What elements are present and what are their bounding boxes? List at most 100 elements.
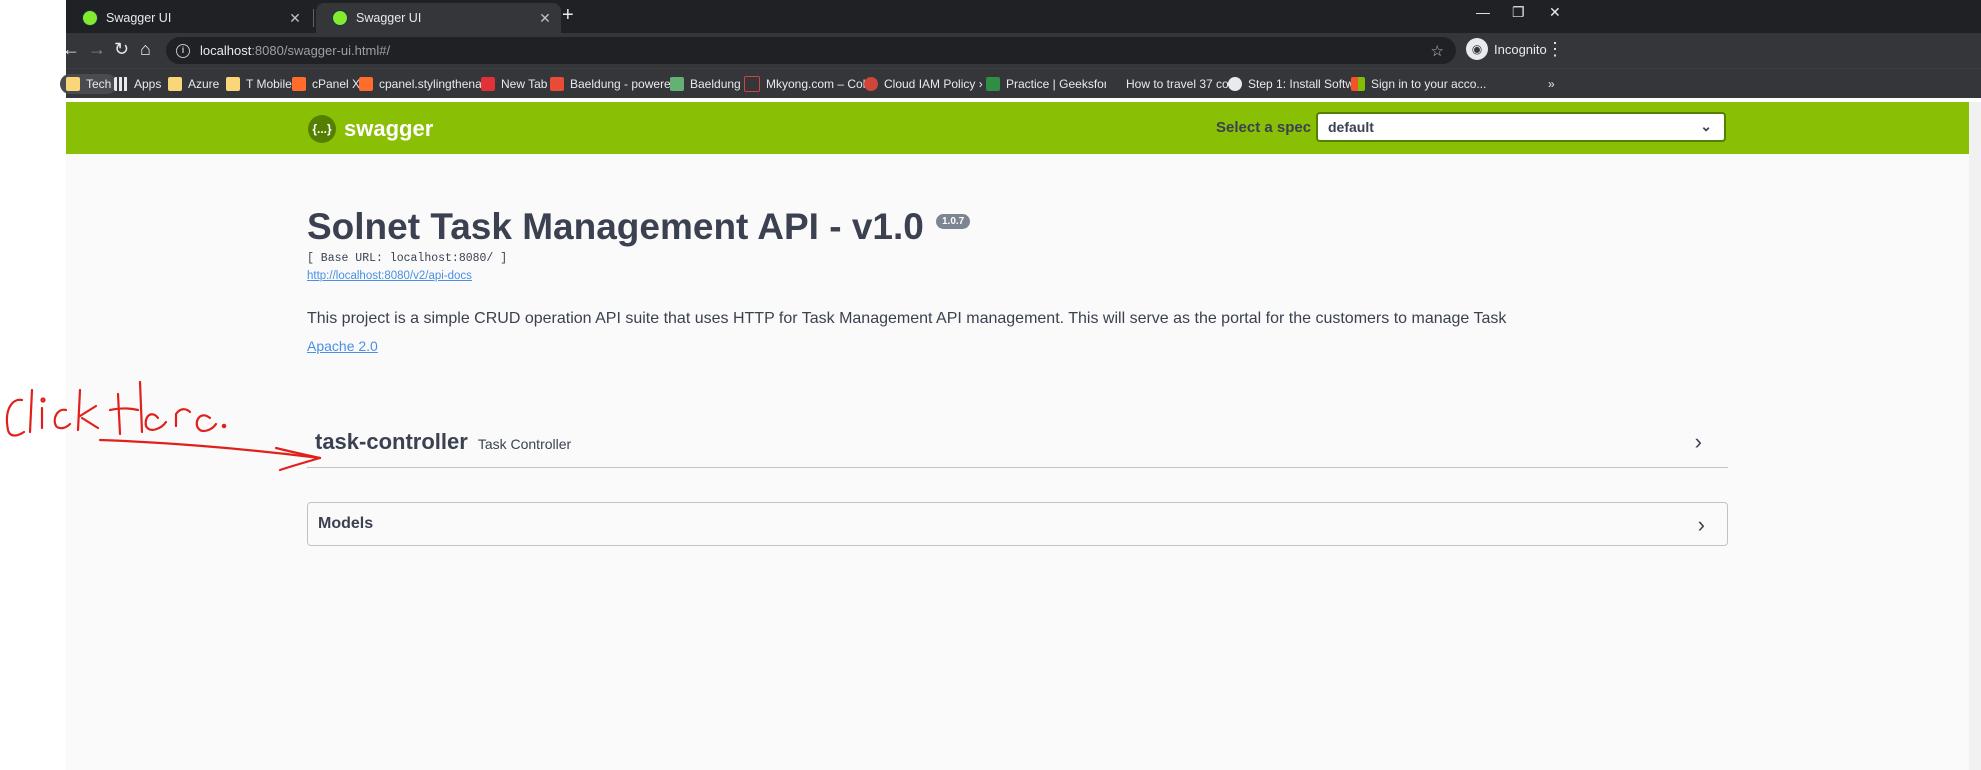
select-spec-label: Select a spec	[1216, 119, 1312, 136]
bookmark-azure[interactable]: Azure	[168, 74, 219, 94]
bookmark-tmobile[interactable]: T Mobile	[226, 74, 292, 94]
close-tab-icon[interactable]: ✕	[537, 10, 553, 27]
bookmark-install-software[interactable]: Step 1: Install Softw...	[1228, 74, 1363, 94]
tab-title: Swagger UI	[356, 11, 422, 25]
bookmark-newtab[interactable]: New Tab	[481, 74, 547, 94]
incognito-icon: ◉	[1466, 38, 1488, 60]
microsoft-icon	[1351, 77, 1365, 91]
bookmarks-bar: Tech Apps Azure T Mobile cPanel X cpanel…	[60, 68, 1981, 98]
new-tab-icon[interactable]: +	[562, 4, 574, 27]
bookmark-label: Apps	[134, 77, 162, 91]
page-scrollbar[interactable]	[1969, 102, 1981, 770]
cpanel-icon	[359, 77, 373, 91]
base-url: [ Base URL: localhost:8080/ ]	[307, 252, 508, 265]
models-label: Models	[318, 515, 374, 532]
bookmark-travel[interactable]: How to travel 37 co...	[1106, 74, 1239, 94]
back-icon[interactable]: ←	[62, 40, 80, 58]
mkyong-icon	[744, 76, 760, 92]
click-here-annotation	[5, 380, 322, 472]
bookmark-label: Step 1: Install Softw...	[1248, 77, 1364, 91]
folder-icon	[168, 77, 182, 91]
bookmark-mkyong[interactable]: Mkyong.com – Coll...	[744, 74, 878, 94]
cpanel-icon	[292, 77, 306, 91]
reload-icon[interactable]: ↻	[114, 40, 129, 58]
incognito-label: Incognito	[1494, 41, 1547, 57]
browser-tab-2[interactable]: Swagger UI ✕	[316, 3, 561, 33]
spec-select[interactable]: default ⌄	[1316, 112, 1726, 142]
version-badge: 1.0.7	[936, 214, 971, 229]
bookmark-apps[interactable]: Apps	[114, 74, 161, 94]
browser-chrome: Swagger UI ✕ Swagger UI ✕ + — ❐ ✕ ← → ↻ …	[60, 0, 1981, 98]
bookmark-label: cpanel.stylingthena...	[379, 77, 492, 91]
baeldung-leaf-icon	[670, 77, 684, 91]
bookmark-label: Sign in to your acco...	[1371, 77, 1487, 91]
bookmark-label: Tech	[86, 77, 112, 91]
address-bar[interactable]: i localhost:8080/swagger-ui.html#/ ☆	[166, 37, 1456, 64]
swagger-favicon-icon	[332, 10, 348, 26]
license-link[interactable]: Apache 2.0	[307, 338, 378, 354]
angular-icon	[481, 77, 495, 91]
bookmark-label: Azure	[188, 77, 220, 91]
google-cloud-icon	[864, 77, 878, 91]
gfg-icon	[986, 77, 1000, 91]
tab-title: Swagger UI	[106, 11, 172, 25]
swagger-favicon-icon	[82, 10, 98, 26]
swagger-logo[interactable]: {...} swagger	[308, 115, 433, 143]
swagger-logo-icon: {...}	[308, 115, 336, 143]
tab-strip: Swagger UI ✕ Swagger UI ✕ + — ❐ ✕	[66, 0, 1981, 33]
tag-description: Task Controller	[477, 436, 572, 452]
swagger-page: {...} swagger Select a spec default ⌄ So…	[66, 102, 1969, 770]
handwritten-annotation	[5, 380, 322, 472]
bookmark-label: Mkyong.com – Coll...	[766, 77, 879, 91]
forward-icon[interactable]: →	[88, 40, 106, 58]
bookmark-label: Cloud IAM Policy › I...	[884, 77, 1000, 91]
bookmark-cloud-iam[interactable]: Cloud IAM Policy › I...	[864, 74, 999, 94]
bookmark-geeksforgeeks[interactable]: Practice | Geeksfor...	[986, 74, 1117, 94]
url-host: localhost	[200, 43, 252, 58]
bookmark-tech[interactable]: Tech	[60, 74, 118, 94]
bookmark-cpanel-styling[interactable]: cpanel.stylingthena...	[359, 74, 492, 94]
url-path: :8080/swagger-ui.html#/	[251, 43, 391, 58]
chevron-down-icon: ⌄	[1700, 118, 1712, 134]
bookmark-baeldung[interactable]: Baeldung	[670, 74, 741, 94]
bookmark-label: How to travel 37 co...	[1126, 77, 1239, 91]
spec-select-value: default	[1328, 119, 1374, 135]
globe-icon	[1228, 77, 1242, 91]
baeldung-icon	[550, 77, 564, 91]
browser-menu-icon[interactable]: ⋮	[1546, 39, 1564, 60]
apps-grid-icon	[114, 77, 128, 91]
home-icon[interactable]: ⌂	[140, 40, 151, 58]
folder-icon	[66, 77, 80, 91]
swagger-logo-text: swagger	[344, 116, 434, 141]
folder-icon	[226, 77, 240, 91]
browser-tab-1[interactable]: Swagger UI ✕	[66, 3, 311, 33]
info-icon[interactable]: i	[176, 43, 190, 58]
close-window-icon[interactable]: ✕	[1549, 4, 1561, 21]
bookmark-baeldung-powered[interactable]: Baeldung - powere...	[550, 74, 681, 94]
bookmark-label: Practice | Geeksfor...	[1006, 77, 1118, 91]
chevron-right-icon[interactable]: ›	[1698, 512, 1705, 538]
bookmarks-overflow-icon[interactable]: »	[1548, 74, 1555, 94]
api-title: Solnet Task Management API - v1.0	[307, 206, 924, 247]
minimize-icon[interactable]: —	[1476, 4, 1490, 20]
bookmark-cpanel[interactable]: cPanel X	[292, 74, 360, 94]
bookmark-label: cPanel X	[312, 77, 361, 91]
tab-separator	[313, 9, 314, 27]
api-description: This project is a simple CRUD operation …	[307, 310, 1507, 327]
bookmark-star-icon[interactable]: ☆	[1431, 42, 1444, 60]
browser-toolbar: ← → ↻ ⌂ i localhost:8080/swagger-ui.html…	[62, 33, 1981, 68]
chevron-right-icon[interactable]: ›	[1695, 429, 1702, 455]
bookmark-sign-in[interactable]: Sign in to your acco...	[1351, 74, 1486, 94]
restore-icon[interactable]: ❐	[1512, 4, 1525, 21]
api-docs-link[interactable]: http://localhost:8080/v2/api-docs	[307, 270, 472, 282]
bookmark-label: New Tab	[501, 77, 548, 91]
models-section[interactable]: Models ›	[307, 502, 1728, 546]
incognito-indicator[interactable]: ◉ Incognito	[1466, 38, 1547, 60]
bookmark-label: Baeldung - powere...	[570, 77, 681, 91]
task-controller-section[interactable]: task-controller Task Controller ›	[307, 417, 1728, 468]
bookmark-label: Baeldung	[690, 77, 741, 91]
bookmark-label: T Mobile	[246, 77, 292, 91]
swagger-topbar: {...} swagger Select a spec default ⌄	[66, 102, 1969, 154]
close-tab-icon[interactable]: ✕	[287, 10, 303, 27]
site-icon	[1106, 77, 1120, 91]
